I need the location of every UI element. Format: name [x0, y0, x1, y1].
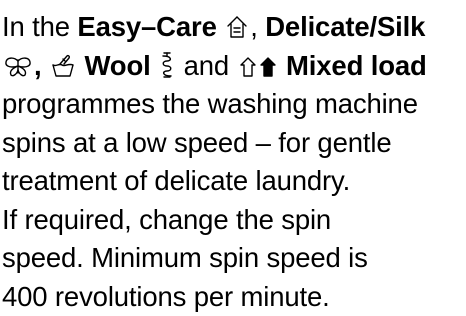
- line-3: programmes the washing machine: [2, 85, 464, 124]
- line-2: , Wool and Mixed load: [2, 47, 464, 86]
- line-4: spins at a low speed – for gentle: [2, 124, 464, 163]
- line-7: speed. Minimum spin speed is: [2, 239, 464, 278]
- programme-wool: Wool: [85, 50, 151, 81]
- comma: ,: [34, 50, 42, 81]
- programme-easy-care: Easy–Care: [77, 11, 216, 42]
- wool-skein-icon: [160, 52, 174, 78]
- line-5: treatment of delicate laundry.: [2, 162, 464, 201]
- easy-care-shirt-icon: [226, 15, 248, 39]
- text: ,: [250, 11, 265, 42]
- text: and: [176, 50, 236, 81]
- mixed-load-shirts-icon: [239, 56, 277, 78]
- line-1: In the Easy–Care , Delicate/Silk: [2, 8, 464, 47]
- butterfly-icon: [4, 56, 32, 78]
- programme-delicate-silk: Delicate/Silk: [265, 11, 425, 42]
- line-6: If required, change the spin: [2, 201, 464, 240]
- programme-mixed-load: Mixed load: [286, 50, 427, 81]
- hand-wash-tub-icon: [51, 54, 75, 78]
- text: In the: [2, 11, 77, 42]
- line-8: 400 revolutions per minute.: [2, 278, 464, 316]
- instruction-paragraph: In the Easy–Care , Delicate/Silk ,: [2, 8, 464, 316]
